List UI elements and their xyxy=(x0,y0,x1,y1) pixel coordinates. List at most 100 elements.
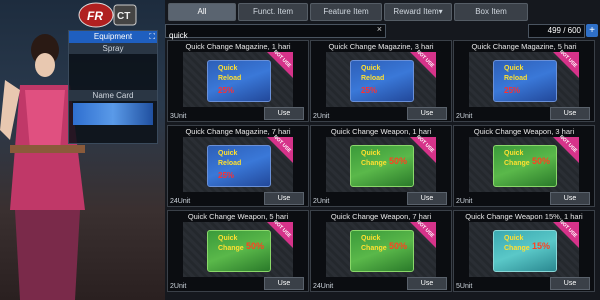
item-title: Quick Change Weapon, 5 hari xyxy=(187,212,289,221)
item-icon-percent: 50% xyxy=(388,241,407,251)
name-card-label: Name Card xyxy=(69,90,157,101)
use-button[interactable]: Use xyxy=(264,107,304,120)
add-icon[interactable]: + xyxy=(586,24,598,37)
item-icon: Quick Reload 25% xyxy=(350,60,414,102)
item-icon-percent: 50% xyxy=(531,156,550,166)
item-unit: 24Unit xyxy=(313,283,334,290)
item-card[interactable]: Quick Change Weapon, 1 hari Quick Change 50… xyxy=(310,125,452,207)
item-card[interactable]: Quick Change Weapon, 7 hari Quick Change 50… xyxy=(310,210,452,292)
item-title: Quick Change Magazine, 7 hari xyxy=(185,127,291,136)
item-icon-line2: Reload xyxy=(218,75,242,82)
search-box: × xyxy=(165,24,386,42)
item-icon: Quick Change 50% xyxy=(350,230,414,272)
item-icon-line2: Change xyxy=(218,245,244,252)
item-image: Quick Change 15% NOT USE xyxy=(469,219,579,277)
item-card[interactable]: Quick Change Magazine, 5 hari Quick Reload… xyxy=(453,40,595,122)
item-icon-line1: Quick xyxy=(361,150,381,157)
item-icon: Quick Reload 25% xyxy=(493,60,557,102)
item-image: Quick Reload 25% NOT USE xyxy=(183,134,293,192)
item-icon-line2: Reload xyxy=(361,75,385,82)
use-button[interactable]: Use xyxy=(550,277,590,290)
item-title: Quick Change Magazine, 3 hari xyxy=(328,42,434,51)
item-icon-percent: 50% xyxy=(388,156,407,166)
item-icon: Quick Reload 25% xyxy=(207,145,271,187)
item-unit: 2Unit xyxy=(456,198,473,205)
spray-label: Spray xyxy=(69,43,157,54)
item-icon-percent: 50% xyxy=(245,241,264,251)
item-icon: Quick Change 50% xyxy=(350,145,414,187)
filter-tabs: All Funct. Item Feature Item Reward Item… xyxy=(165,3,600,21)
item-card[interactable]: Quick Change Weapon, 3 hari Quick Change 50… xyxy=(453,125,595,207)
item-card[interactable]: Quick Change Weapon, 5 hari Quick Change 50… xyxy=(167,210,309,292)
item-card[interactable]: Quick Change Weapon 15%, 1 hari Quick Chan… xyxy=(453,210,595,292)
item-unit: 24Unit xyxy=(170,198,191,205)
item-icon-line3: 25% xyxy=(504,86,521,95)
svg-text:FR: FR xyxy=(87,9,103,23)
item-icon-line1: Quick xyxy=(218,65,238,72)
tab-box-item[interactable]: Box Item xyxy=(454,3,528,21)
item-icon-line3: 25% xyxy=(218,171,235,180)
item-icon-line2: Change xyxy=(361,160,387,167)
item-card[interactable]: Quick Change Magazine, 3 hari Quick Reload… xyxy=(310,40,452,122)
item-icon-line2: Change xyxy=(504,160,530,167)
item-title: Quick Change Magazine, 5 hari xyxy=(471,42,577,51)
clear-icon[interactable]: × xyxy=(377,24,382,34)
item-icon-line1: Quick xyxy=(218,235,238,242)
item-icon-line1: Quick xyxy=(504,235,524,242)
item-icon-line2: Change xyxy=(504,245,530,252)
svg-text:CT: CT xyxy=(117,11,130,22)
use-button[interactable]: Use xyxy=(407,192,447,205)
item-icon-line1: Quick xyxy=(361,235,381,242)
use-button[interactable]: Use xyxy=(407,277,447,290)
item-icon-line2: Reload xyxy=(218,160,242,167)
tab-feature-item[interactable]: Feature Item xyxy=(310,3,382,21)
item-icon-line2: Reload xyxy=(504,75,528,82)
item-unit: 2Unit xyxy=(313,113,330,120)
item-unit: 3Unit xyxy=(170,113,187,120)
item-image: Quick Change 50% NOT USE xyxy=(183,219,293,277)
spray-image[interactable] xyxy=(79,54,147,90)
item-unit: 5Unit xyxy=(456,283,473,290)
item-icon-line1: Quick xyxy=(504,65,524,72)
item-image: Quick Reload 25% NOT USE xyxy=(183,49,293,107)
item-icon: Quick Change 15% xyxy=(493,230,557,272)
use-button[interactable]: Use xyxy=(550,107,590,120)
item-icon-line3: 25% xyxy=(218,86,235,95)
equipment-slot[interactable]: Equipment ⛶ xyxy=(69,31,157,43)
item-title: Quick Change Weapon, 7 hari xyxy=(330,212,432,221)
equipment-slots: Equipment ⛶ Spray Name Card xyxy=(68,30,158,144)
item-icon: Quick Change 50% xyxy=(493,145,557,187)
character-panel: FR CT Equipment ⛶ Spray Name Card xyxy=(0,0,165,300)
item-title: Quick Change Magazine, 1 hari xyxy=(185,42,291,51)
use-button[interactable]: Use xyxy=(407,107,447,120)
item-unit: 2Unit xyxy=(456,113,473,120)
item-icon-percent: 15% xyxy=(531,241,550,251)
item-title: Quick Change Weapon 15%, 1 hari xyxy=(465,212,583,221)
use-button[interactable]: Use xyxy=(550,192,590,205)
item-icon-line1: Quick xyxy=(218,150,238,157)
item-icon-line1: Quick xyxy=(504,150,524,157)
item-icon-line3: 25% xyxy=(361,86,378,95)
item-title: Quick Change Weapon, 3 hari xyxy=(473,127,575,136)
tab-reward-item[interactable]: Reward Item▾ xyxy=(384,3,452,21)
expand-icon[interactable]: ⛶ xyxy=(149,31,155,43)
item-card[interactable]: Quick Change Magazine, 7 hari Quick Reload… xyxy=(167,125,309,207)
tab-funct-item[interactable]: Funct. Item xyxy=(238,3,308,21)
item-image: Quick Reload 25% NOT USE xyxy=(469,49,579,107)
item-icon: Quick Reload 25% xyxy=(207,60,271,102)
use-button[interactable]: Use xyxy=(264,277,304,290)
item-image: Quick Reload 25% NOT USE xyxy=(326,49,436,107)
item-card[interactable]: Quick Change Magazine, 1 hari Quick Reload… xyxy=(167,40,309,122)
item-image: Quick Change 50% NOT USE xyxy=(326,219,436,277)
use-button[interactable]: Use xyxy=(264,192,304,205)
game-logo: FR CT xyxy=(78,2,138,28)
item-unit: 2Unit xyxy=(313,198,330,205)
item-image: Quick Change 50% NOT USE xyxy=(326,134,436,192)
name-card-image[interactable] xyxy=(73,103,153,125)
tab-all[interactable]: All xyxy=(168,3,236,21)
item-icon-line2: Change xyxy=(361,245,387,252)
item-unit: 2Unit xyxy=(170,283,187,290)
item-title: Quick Change Weapon, 1 hari xyxy=(330,127,432,136)
equipment-label: Equipment xyxy=(93,32,133,41)
item-image: Quick Change 50% NOT USE xyxy=(469,134,579,192)
